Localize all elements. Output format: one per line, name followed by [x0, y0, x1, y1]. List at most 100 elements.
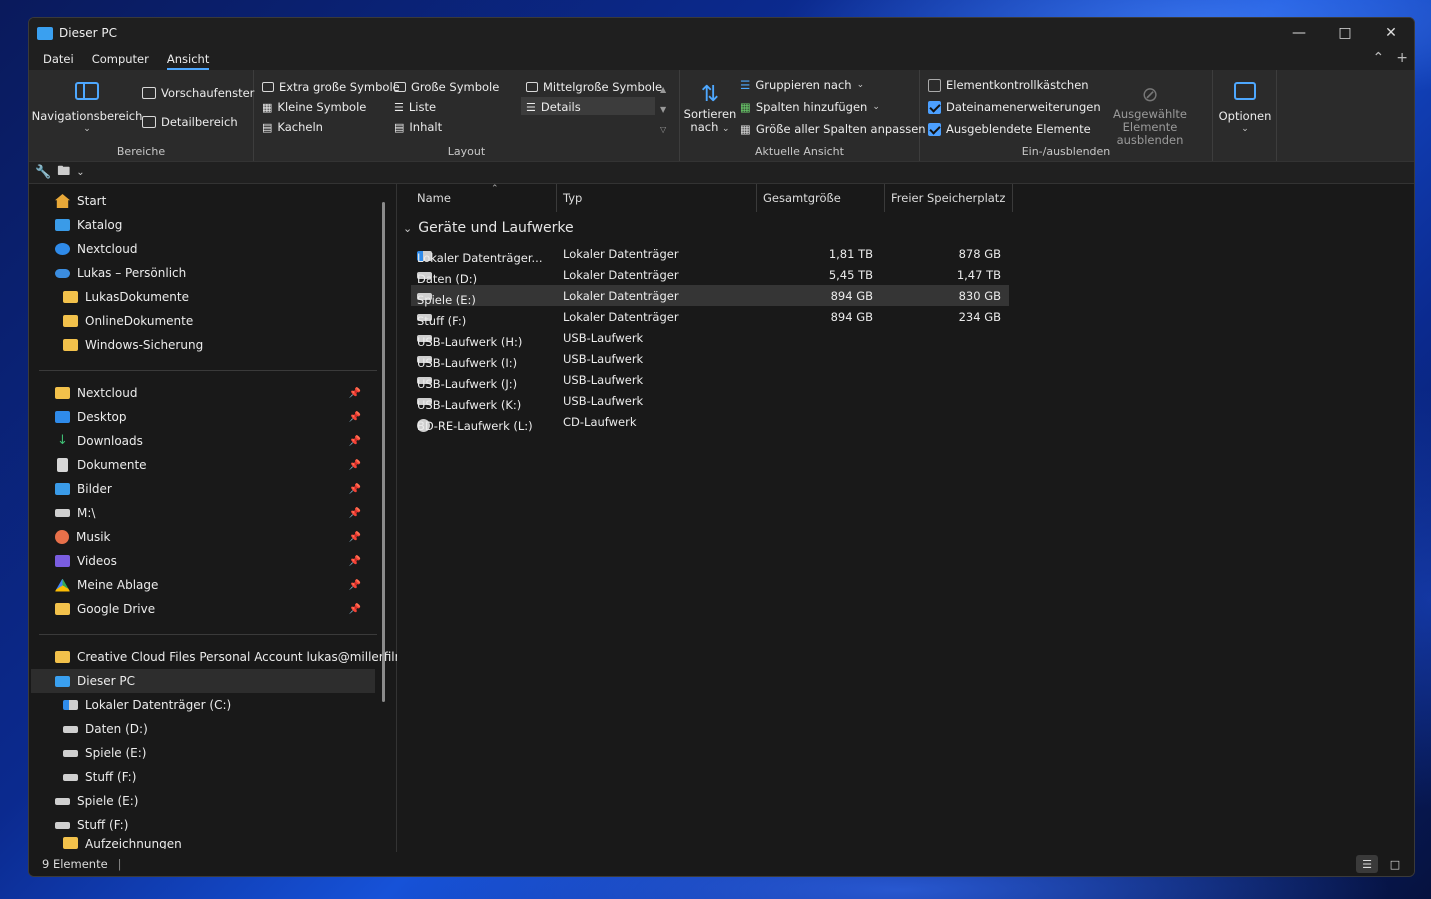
column-header-gesamtgroesse[interactable]: Gesamtgröße	[757, 184, 885, 212]
pin-icon: 📌	[348, 531, 361, 543]
pin-icon: 📌	[348, 387, 361, 399]
folder-options-icon	[1234, 82, 1256, 100]
layout-liste[interactable]: ☰ Liste	[394, 100, 436, 114]
table-row[interactable]: USB-Laufwerk (J:) USB-Laufwerk	[411, 369, 1009, 391]
nav-scrollbar[interactable]	[382, 202, 385, 702]
nav-item-lukasdokumente[interactable]: LukasDokumente	[63, 285, 189, 309]
column-header-freier-speicherplatz[interactable]: Freier Speicherplatz	[885, 184, 1013, 212]
vorschaufenster-button[interactable]: Vorschaufenster	[142, 86, 254, 100]
dateinamenerweiterungen-checkbox[interactable]: Dateinamenerweiterungen	[928, 100, 1101, 114]
layout-mittelgross[interactable]: Mittelgroße Symbole	[526, 80, 662, 94]
nav-item-nextcloud[interactable]: Nextcloud	[55, 237, 137, 261]
status-bar: 9 Elemente | ☰ □	[29, 852, 1414, 876]
collapse-ribbon-icon[interactable]: ⌃	[1373, 50, 1385, 66]
group-label-aktuelle-ansicht: Aktuelle Ansicht	[755, 145, 844, 158]
group-header-geraete[interactable]: ⌄ Geräte und Laufwerke	[403, 220, 574, 236]
desktop-icon	[55, 411, 70, 423]
drive-icon	[63, 725, 78, 733]
chevron-down-icon[interactable]: ⌄	[76, 167, 84, 178]
column-header-name[interactable]: Name ⌃	[411, 184, 557, 212]
nav-item-creative-cloud[interactable]: Creative Cloud Files Personal Account lu…	[55, 645, 418, 669]
folder-icon	[63, 315, 78, 327]
nav-item-bilder[interactable]: Bilder 📌	[55, 477, 375, 501]
table-row[interactable]: USB-Laufwerk (K:) USB-Laufwerk	[411, 390, 1009, 412]
table-row[interactable]: BD-RE-Laufwerk (L:) CD-Laufwerk	[411, 411, 1009, 433]
table-row[interactable]: Lokaler Datenträger... Lokaler Datenträge…	[411, 243, 1009, 265]
nav-divider	[39, 634, 377, 635]
nav-item-nextcloud-pinned[interactable]: Nextcloud 📌	[55, 381, 375, 405]
table-row[interactable]: USB-Laufwerk (H:) USB-Laufwerk	[411, 327, 1009, 349]
add-icon[interactable]: +	[1396, 50, 1408, 66]
layout-klein[interactable]: ▦ Kleine Symbole	[262, 100, 366, 114]
optionen-button[interactable]: Optionen ⌄	[1217, 82, 1273, 136]
nav-item-aufzeichnungen[interactable]: Aufzeichnungen	[63, 837, 182, 849]
minimize-button[interactable]: —	[1276, 18, 1322, 48]
gruppieren-nach-button[interactable]: ☰ Gruppieren nach ⌄	[740, 78, 864, 92]
details-view-icon[interactable]: ☰	[1356, 855, 1378, 873]
chevron-down-icon: ⌄	[403, 221, 413, 235]
nav-item-drive-e[interactable]: Spiele (E:)	[63, 741, 146, 765]
content-area: Start Katalog Nextcloud Lukas – Persönli…	[29, 184, 1414, 872]
close-button[interactable]: ✕	[1368, 18, 1414, 48]
folder-icon	[55, 651, 70, 663]
ausgewaehlte-elemente-ausblenden-button[interactable]: ⊘ Ausgewählte Elemente ausblenden	[1092, 80, 1208, 147]
nav-item-start[interactable]: Start	[55, 189, 106, 213]
nav-item-onedrive[interactable]: Lukas – Persönlich	[55, 261, 186, 285]
window-title: Dieser PC	[59, 26, 117, 40]
nav-item-windows-sicherung[interactable]: Windows-Sicherung	[63, 333, 203, 357]
nav-item-drive-f[interactable]: Stuff (F:)	[63, 765, 136, 789]
table-row[interactable]: Spiele (E:) Lokaler Datenträger 894 GB 830 …	[411, 285, 1009, 307]
menu-computer[interactable]: Computer	[83, 48, 158, 70]
layout-details[interactable]: ☰ Details	[526, 100, 581, 114]
nav-item-m-drive[interactable]: M:\ 📌	[55, 501, 375, 525]
detailbereich-button[interactable]: Detailbereich	[142, 115, 238, 129]
chevron-down-icon: ⌄	[722, 124, 730, 134]
nav-item-musik[interactable]: Musik 📌	[55, 525, 375, 549]
table-row[interactable]: USB-Laufwerk (I:) USB-Laufwerk	[411, 348, 1009, 370]
spalten-hinzufuegen-button[interactable]: ▦ Spalten hinzufügen ⌄	[740, 100, 880, 114]
maximize-button[interactable]: □	[1322, 18, 1368, 48]
spaltengroesse-anpassen-button[interactable]: ▦ Größe aller Spalten anpassen	[740, 122, 926, 136]
column-header-typ[interactable]: Typ	[557, 184, 757, 212]
nav-item-google-drive[interactable]: Google Drive 📌	[55, 597, 375, 621]
layout-scroll[interactable]: ▲ ▼ ▽	[660, 80, 666, 140]
checkbox-checked-icon	[928, 100, 941, 114]
table-row[interactable]: Daten (D:) Lokaler Datenträger 5,45 TB 1,47…	[411, 264, 1009, 286]
quick-access-toolbar: 🔧 🖿 ⌄	[29, 162, 1414, 184]
ausgeblendete-elemente-checkbox[interactable]: Ausgeblendete Elemente	[928, 122, 1091, 136]
pin-icon: 📌	[348, 555, 361, 567]
chevron-down-icon: ⌄	[872, 102, 880, 112]
properties-icon[interactable]: 🔧	[35, 165, 51, 180]
nav-item-drive-c[interactable]: Lokaler Datenträger (C:)	[63, 693, 231, 717]
nav-item-spiele-e[interactable]: Spiele (E:)	[55, 789, 138, 813]
elementkontrollkaestchen-checkbox[interactable]: Elementkontrollkästchen	[928, 78, 1089, 92]
title-bar: Dieser PC — □ ✕	[29, 18, 1414, 48]
pane-splitter[interactable]	[387, 184, 397, 872]
layout-inhalt[interactable]: ▤ Inhalt	[394, 120, 442, 134]
nav-item-desktop[interactable]: Desktop 📌	[55, 405, 375, 429]
navigation-pane-icon	[75, 82, 99, 100]
layout-gross[interactable]: Große Symbole	[394, 80, 499, 94]
menu-datei[interactable]: Datei	[34, 48, 83, 70]
pin-icon: 📌	[348, 603, 361, 615]
large-icons-view-icon[interactable]: □	[1384, 855, 1406, 873]
nav-item-downloads[interactable]: ↓ Downloads 📌	[55, 429, 375, 453]
nav-item-onlinedokumente[interactable]: OnlineDokumente	[63, 309, 193, 333]
new-folder-icon[interactable]: 🖿	[57, 162, 70, 184]
nav-item-meine-ablage[interactable]: Meine Ablage 📌	[55, 573, 375, 597]
menu-ansicht[interactable]: Ansicht	[158, 48, 218, 70]
nav-item-videos[interactable]: Videos 📌	[55, 549, 375, 573]
nav-item-drive-d[interactable]: Daten (D:)	[63, 717, 148, 741]
nav-item-stuff-f[interactable]: Stuff (F:)	[55, 813, 128, 837]
pin-icon: 📌	[348, 483, 361, 495]
layout-kacheln[interactable]: ▤ Kacheln	[262, 120, 323, 134]
layout-extra-gross[interactable]: Extra große Symbole	[262, 80, 400, 94]
nav-item-katalog[interactable]: Katalog	[55, 213, 122, 237]
sortieren-nach-button[interactable]: ⇅ Sortieren nach ⌄	[684, 82, 737, 136]
nav-divider	[39, 370, 377, 371]
nav-item-dieser-pc[interactable]: Dieser PC	[31, 669, 375, 693]
navigationsbereich-button[interactable]: Navigationsbereich ⌄	[32, 82, 142, 136]
ribbon: Navigationsbereich ⌄ Vorschaufenster Det…	[29, 70, 1414, 162]
nav-item-dokumente[interactable]: Dokumente 📌	[55, 453, 375, 477]
table-row[interactable]: Stuff (F:) Lokaler Datenträger 894 GB 234 G…	[411, 306, 1009, 328]
